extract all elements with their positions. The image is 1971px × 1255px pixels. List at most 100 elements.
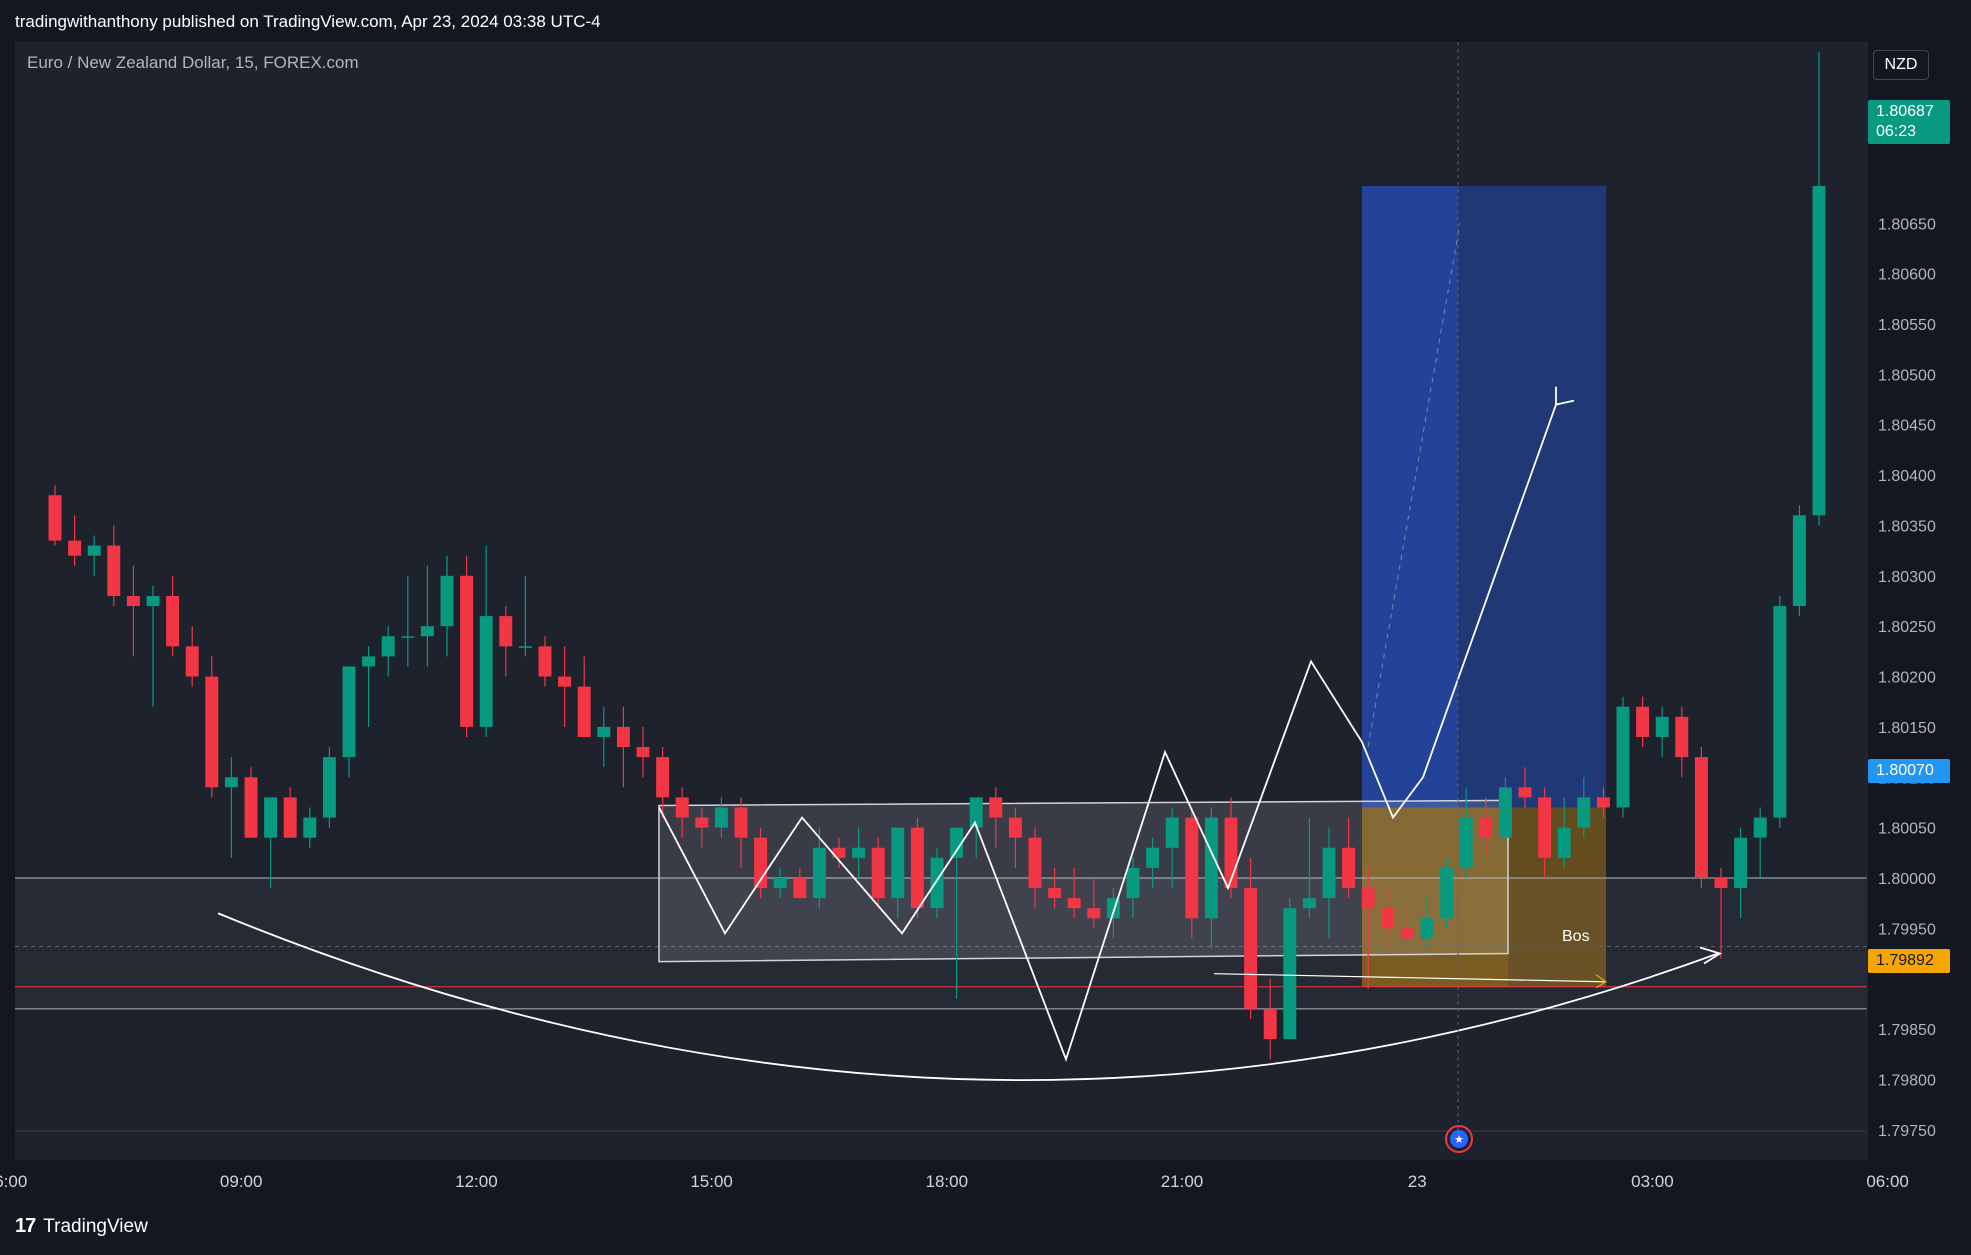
candle-body [636,747,650,758]
candle-body [381,636,395,657]
candle-body [166,595,180,647]
candle-body [1244,888,1258,1009]
candle-body [1655,716,1669,737]
price-tick-label: 1.80450 [1878,418,1936,435]
candle-body [1087,908,1101,919]
price-tick-label: 1.79800 [1878,1072,1936,1089]
price-tick-label: 1.80400 [1878,468,1936,485]
candle-body [656,757,670,798]
candle-body [1322,847,1336,899]
candle-body [518,646,532,648]
candle-body [1596,797,1610,808]
candle-body [1400,928,1414,939]
time-tick-label: 18:00 [926,1172,969,1191]
candle-body [1302,898,1316,909]
candle-body [871,847,885,899]
candle-body [1381,908,1395,929]
price-tick-label: 1.80300 [1878,569,1936,586]
candle-body [1146,847,1160,868]
candle-body [1734,837,1748,889]
price-tick-label: 1.80550 [1878,317,1936,334]
candle-body [558,676,572,687]
candle-body [283,797,297,838]
candle [322,747,336,828]
candle-body [244,777,258,838]
candle-body [1616,706,1630,808]
candle-body [303,817,317,838]
tradingview-logo[interactable]: 17 TradingView [15,1215,148,1238]
candle-body [1185,817,1199,919]
candle-body [773,877,787,889]
candle-body [969,797,983,828]
time-tick-label: 09:00 [220,1172,263,1191]
candle [1792,505,1806,617]
candle-body [205,676,219,788]
candle-body [891,827,905,899]
candle-body [538,646,552,677]
candle [205,656,219,798]
candle-body [1361,888,1375,909]
symbol-title[interactable]: Euro / New Zealand Dollar, 15, FOREX.com [27,53,359,73]
candle-body [1420,918,1434,939]
candle-body [1126,867,1140,899]
candle-body [852,847,866,858]
time-tick-label: 03:00 [1631,1172,1674,1191]
price-tick-label: 1.80200 [1878,670,1936,687]
candle-body [185,646,199,677]
candle-body [675,797,689,818]
candle-body [1067,898,1081,909]
candle-body [1675,716,1689,758]
candle-body [1538,797,1552,858]
price-tick-label: 1.80150 [1878,720,1936,737]
candle-body [1812,186,1826,516]
candle-body [616,726,630,748]
time-tick-label: 12:00 [455,1172,498,1191]
candle-body [107,545,121,596]
candle-body [87,545,101,556]
candle-body [930,857,944,909]
candle [1773,595,1787,828]
price-tick-label: 1.80250 [1878,619,1936,636]
price-tick-label: 1.80000 [1878,871,1936,888]
candle [1440,857,1454,929]
price-chart[interactable]: 1.80650 1.80600 1.80550 1.80500 1.80450 1.804… [0,0,1971,1255]
candle-body [68,540,82,556]
candle-body [910,827,924,909]
price-axis[interactable]: 1.80650 1.80600 1.80550 1.80500 1.80450 1.804… [1866,42,1936,1160]
candle-body [1204,817,1218,919]
candle-body [1165,817,1179,848]
candle-body [1028,837,1042,889]
price-tick-label: 1.80350 [1878,518,1936,535]
currency-button[interactable]: NZD [1873,50,1929,80]
time-tick-label: 23 [1408,1172,1427,1191]
candle [871,837,885,909]
candle-body [440,575,454,627]
price-tick-label: 1.79750 [1878,1123,1936,1140]
candle-body [1283,908,1297,1040]
price-tick-label: 1.80650 [1878,216,1936,233]
candle-body [460,575,474,727]
candle-body [48,495,62,541]
price-tick-label: 1.80500 [1878,367,1936,384]
candle-body [1577,797,1591,828]
price-tick-label: 1.79950 [1878,921,1936,938]
candle-body [499,616,513,647]
candle [1616,696,1630,818]
candle-body [1694,757,1708,878]
candle-body [264,797,278,838]
time-axis-border [15,1130,1867,1132]
candle-body [989,797,1003,818]
candle-body [1714,877,1728,889]
bos-annotation: Bos [1562,928,1590,945]
price-tick-label: 1.80600 [1878,267,1936,284]
candle-body [577,686,591,737]
target-zone-filled [1362,186,1458,808]
time-tick-label: 21:00 [1161,1172,1204,1191]
last-price-label: 1.80687 06:23 [1868,100,1950,144]
price-tick-label: 1.79850 [1878,1022,1936,1039]
economic-event-icon[interactable]: ★ [1445,1125,1473,1153]
stop-price-label: 1.79892 [1868,949,1950,973]
tradingview-brand: TradingView [43,1215,148,1237]
candle-body [1773,606,1787,818]
candle-body [1792,515,1806,607]
